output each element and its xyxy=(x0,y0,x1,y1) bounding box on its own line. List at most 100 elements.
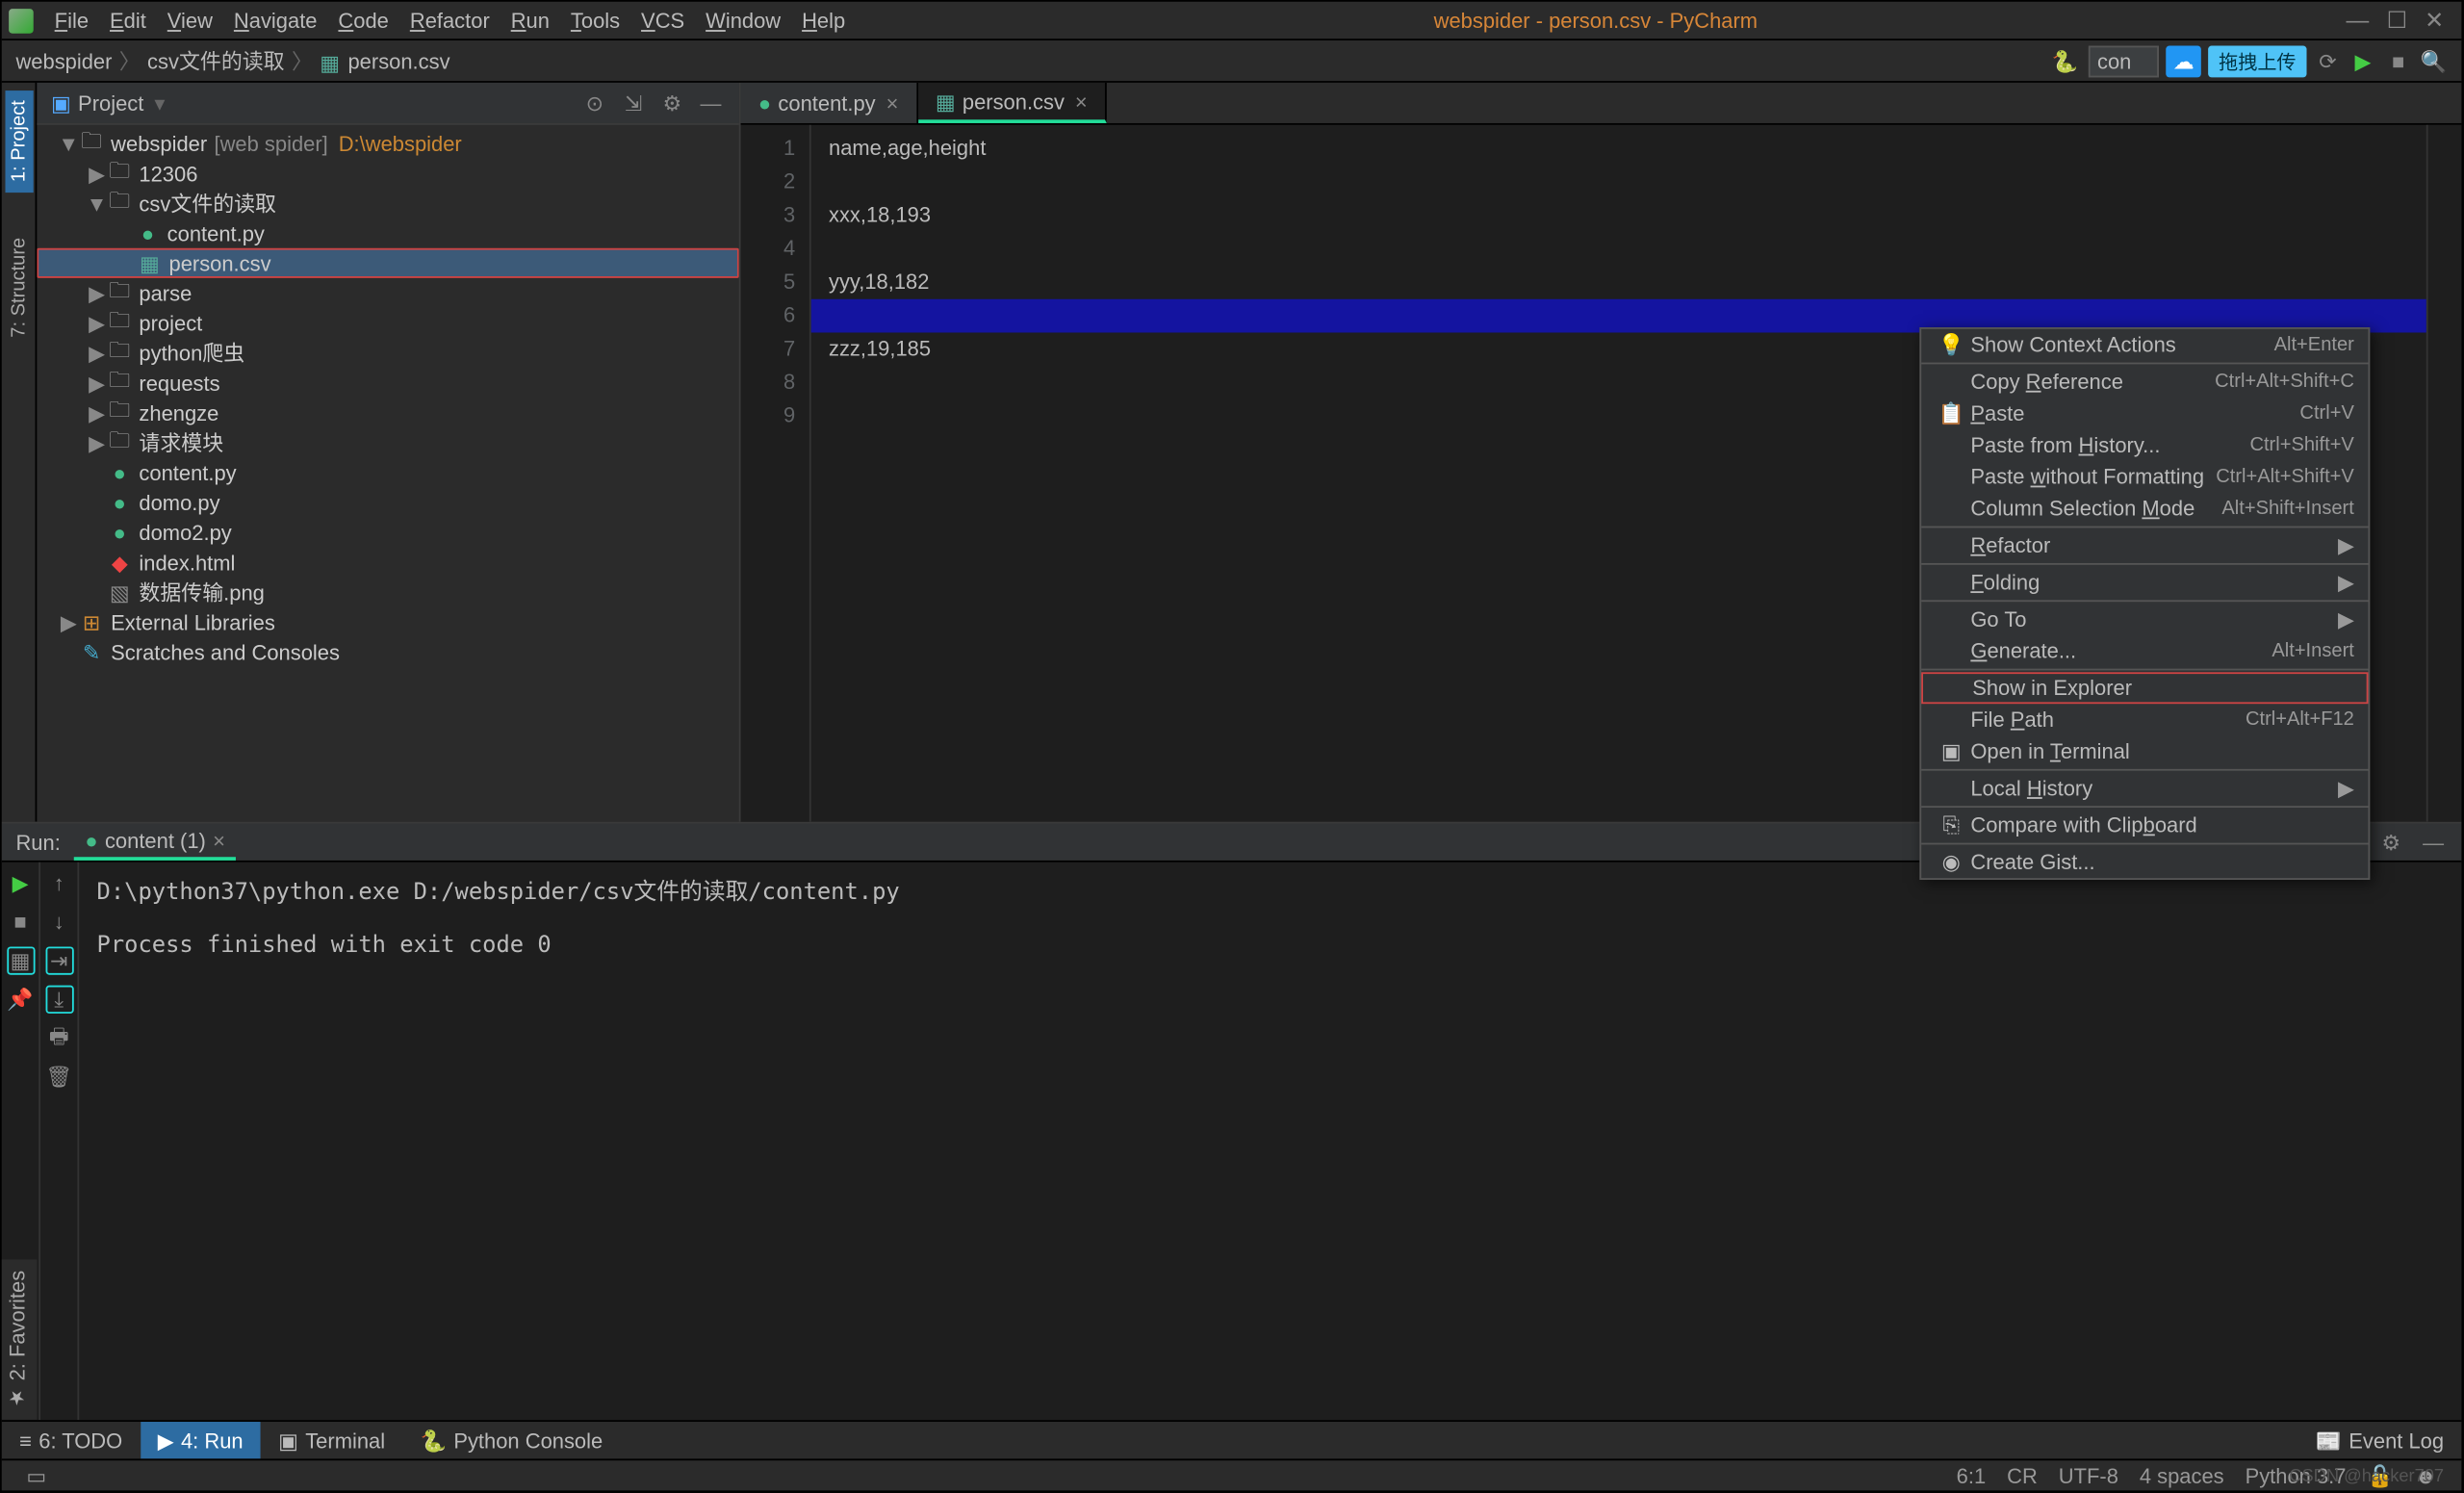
caret-position[interactable]: 6:1 xyxy=(1946,1463,1996,1488)
run-icon[interactable]: ▶ xyxy=(2348,46,2376,74)
menu-code[interactable]: Code xyxy=(327,5,398,37)
pin-icon[interactable]: 📌 xyxy=(6,986,34,1014)
structure-tool-tab[interactable]: 7: Structure xyxy=(5,228,33,349)
tree-item-project[interactable]: ▶🗀project xyxy=(37,308,738,338)
run-config-selector[interactable]: con xyxy=(2089,45,2159,77)
context-menu[interactable]: 💡Show Context ActionsAlt+Enter Copy Refer… xyxy=(1919,327,2370,880)
scroll-end-icon[interactable]: ⤓ xyxy=(45,986,73,1014)
tree-item-External Libraries[interactable]: ▶⊞External Libraries xyxy=(37,607,738,637)
down-arrow-icon[interactable]: ↓ xyxy=(45,908,73,936)
run-tool-window: Run: ● content (1) × ⚙ — ▶ ■ ▦ 📌 ↑ ↓ ⇥ ⤓ xyxy=(2,822,2462,1421)
breadcrumb-item[interactable]: csv文件的读取 xyxy=(147,46,285,76)
collapse-icon[interactable]: ⇲ xyxy=(619,89,647,116)
ctx-local-history[interactable]: Local History▶ xyxy=(1921,772,2368,804)
menu-file[interactable]: File xyxy=(44,5,99,37)
locate-icon[interactable]: ⊙ xyxy=(580,89,608,116)
bottom-tab-python-console[interactable]: 🐍Python Console xyxy=(402,1422,620,1458)
ctx-copy-reference[interactable]: Copy ReferenceCtrl+Alt+Shift+C xyxy=(1921,366,2368,398)
menu-vcs[interactable]: VCS xyxy=(630,5,695,37)
hide-icon[interactable]: — xyxy=(697,89,725,116)
tree-item-domo.py[interactable]: ●domo.py xyxy=(37,487,738,517)
ctx-create-gist-[interactable]: ◉Create Gist... xyxy=(1921,846,2368,878)
menu-window[interactable]: Window xyxy=(695,5,791,37)
editor[interactable]: 123456789 name,age,heightxxx,18,193yyy,1… xyxy=(741,125,2462,822)
settings-gear-icon[interactable]: ⚙ xyxy=(658,89,686,116)
minimize-icon[interactable]: — xyxy=(2347,6,2370,34)
stop-icon[interactable]: ■ xyxy=(2384,46,2412,74)
drag-upload-button[interactable]: 拖拽上传 xyxy=(2208,45,2306,77)
tree-item-requests[interactable]: ▶🗀requests xyxy=(37,368,738,398)
bottom-tab-6-todo[interactable]: ≡6: TODO xyxy=(2,1422,141,1458)
file-encoding[interactable]: UTF-8 xyxy=(2048,1463,2129,1488)
ctx-paste-without-formatting[interactable]: Paste without FormattingCtrl+Alt+Shift+V xyxy=(1921,461,2368,493)
breadcrumb-item[interactable]: person.csv xyxy=(347,48,449,73)
tree-item-parse[interactable]: ▶🗀parse xyxy=(37,278,738,308)
menu-view[interactable]: View xyxy=(157,5,223,37)
tree-item-webspider[interactable]: ▼🗀webspider[web spider]D:\webspider xyxy=(37,128,738,158)
breadcrumb[interactable]: webspider〉 csv文件的读取〉 ▦ person.csv xyxy=(15,46,449,76)
search-icon[interactable]: 🔍 xyxy=(2420,46,2448,74)
status-icon[interactable]: ▭ xyxy=(15,1463,57,1488)
ctx-go-to[interactable]: Go To▶ xyxy=(1921,604,2368,635)
close-icon[interactable]: ✕ xyxy=(2425,6,2444,34)
tree-item-zhengze[interactable]: ▶🗀zhengze xyxy=(37,398,738,427)
tree-item-person.csv[interactable]: ▦person.csv xyxy=(37,248,738,278)
ctx-paste[interactable]: 📋PasteCtrl+V xyxy=(1921,398,2368,429)
ctx-refactor[interactable]: Refactor▶ xyxy=(1921,529,2368,561)
line-ending[interactable]: CR xyxy=(1996,1463,2048,1488)
ctx-generate-[interactable]: Generate...Alt+Insert xyxy=(1921,635,2368,667)
tree-item-数据传输.png[interactable]: ▧数据传输.png xyxy=(37,578,738,607)
ctx-column-selection-mode[interactable]: Column Selection ModeAlt+Shift+Insert xyxy=(1921,493,2368,525)
ctx-folding[interactable]: Folding▶ xyxy=(1921,567,2368,599)
event-log-button[interactable]: 📰Event Log xyxy=(2297,1422,2461,1458)
soft-wrap-icon[interactable]: ⇥ xyxy=(45,946,73,974)
print-icon[interactable]: 🖶 xyxy=(45,1024,73,1052)
tree-item-python爬虫[interactable]: ▶🗀python爬虫 xyxy=(37,338,738,368)
menu-refactor[interactable]: Refactor xyxy=(399,5,500,37)
tree-item-index.html[interactable]: ◆index.html xyxy=(37,548,738,578)
bottom-tab-terminal[interactable]: ▣Terminal xyxy=(261,1422,403,1458)
settings-gear-icon[interactable]: ⚙ xyxy=(2377,828,2405,856)
close-icon[interactable]: × xyxy=(1075,89,1088,114)
tree-item-domo2.py[interactable]: ●domo2.py xyxy=(37,517,738,547)
project-tool-tab[interactable]: 1: Project xyxy=(5,90,33,193)
hide-icon[interactable]: — xyxy=(2420,828,2448,856)
rerun-icon[interactable]: ▶ xyxy=(6,869,34,897)
menu-help[interactable]: Help xyxy=(791,5,856,37)
trash-icon[interactable]: 🗑 xyxy=(45,1063,73,1091)
close-icon[interactable]: × xyxy=(886,90,899,116)
favorites-tool-tab[interactable]: ★ 2: Favorites xyxy=(2,1260,38,1420)
breadcrumb-item[interactable]: webspider xyxy=(15,48,112,73)
tree-item-content.py[interactable]: ●content.py xyxy=(37,457,738,487)
ctx-show-context-actions[interactable]: 💡Show Context ActionsAlt+Enter xyxy=(1921,329,2368,361)
close-icon[interactable]: × xyxy=(213,828,225,853)
menu-edit[interactable]: Edit xyxy=(99,5,157,37)
editor-tab-person.csv[interactable]: ▦person.csv× xyxy=(918,83,1107,123)
ctx-file-path[interactable]: File PathCtrl+Alt+F12 xyxy=(1921,704,2368,735)
ctx-open-in-terminal[interactable]: ▣Open in Terminal xyxy=(1921,735,2368,767)
editor-area: ●content.py×▦person.csv× 123456789 name,… xyxy=(741,83,2462,822)
menu-tools[interactable]: Tools xyxy=(560,5,630,37)
tree-item-请求模块[interactable]: ▶🗀请求模块 xyxy=(37,427,738,457)
ctx-show-in-explorer[interactable]: Show in Explorer xyxy=(1921,672,2368,704)
tree-item-Scratches and Consoles[interactable]: ✎Scratches and Consoles xyxy=(37,637,738,667)
maximize-icon[interactable]: ☐ xyxy=(2387,6,2407,34)
bottom-tab-4-run[interactable]: ▶4: Run xyxy=(140,1422,260,1458)
run-output[interactable]: D:\python37\python.exe D:/webspider/csv文… xyxy=(79,862,2461,1420)
run-config-tab[interactable]: ● content (1) × xyxy=(74,824,236,860)
menu-run[interactable]: Run xyxy=(500,5,560,37)
up-arrow-icon[interactable]: ↑ xyxy=(45,869,73,897)
tree-item-csv文件的读取[interactable]: ▼🗀csv文件的读取 xyxy=(37,189,738,219)
tree-item-12306[interactable]: ▶🗀12306 xyxy=(37,159,738,189)
editor-tab-content.py[interactable]: ●content.py× xyxy=(741,83,918,123)
layout-icon[interactable]: ▦ xyxy=(6,946,34,974)
ctx-compare-with-clipboard[interactable]: ⎘Compare with Clipboard xyxy=(1921,810,2368,841)
indent-setting[interactable]: 4 spaces xyxy=(2129,1463,2235,1488)
menu-navigate[interactable]: Navigate xyxy=(223,5,328,37)
project-tree[interactable]: ▼🗀webspider[web spider]D:\webspider▶🗀123… xyxy=(37,125,738,822)
cloud-sync-icon[interactable]: ☁ xyxy=(2166,45,2201,77)
build-icon[interactable]: ⟳ xyxy=(2314,46,2342,74)
tree-item-content.py[interactable]: ●content.py xyxy=(37,219,738,248)
ctx-paste-from-history-[interactable]: Paste from History...Ctrl+Shift+V xyxy=(1921,429,2368,461)
stop-icon[interactable]: ■ xyxy=(6,908,34,936)
